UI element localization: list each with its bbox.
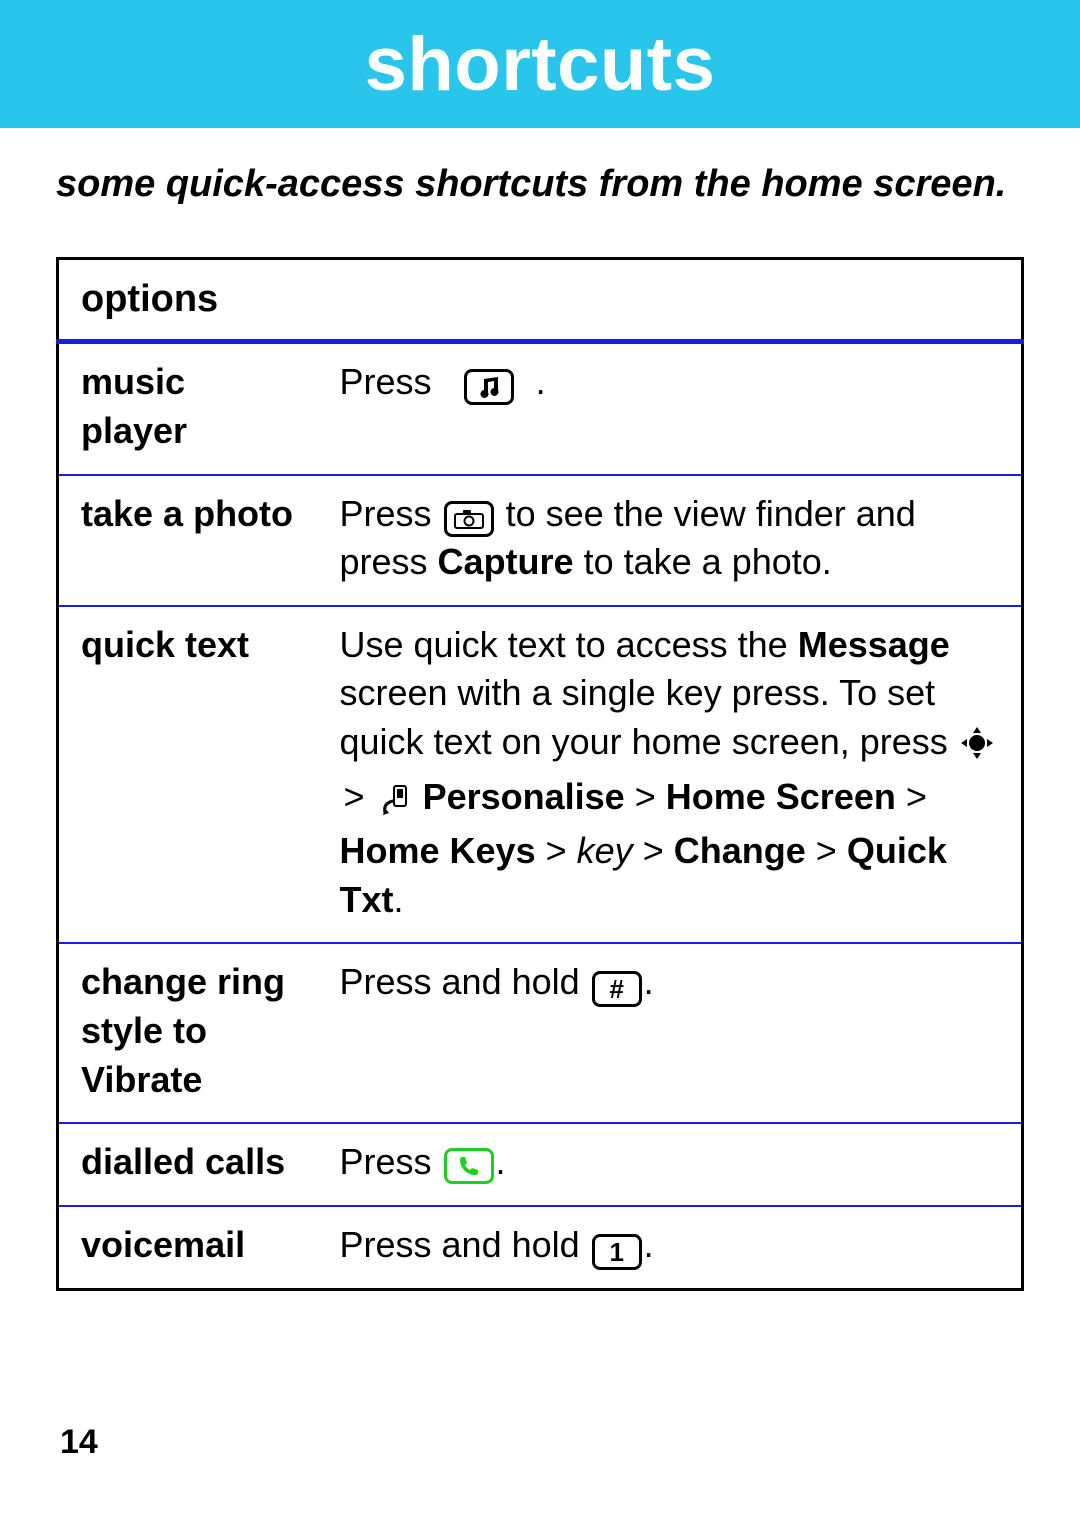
options-table: options music player Press .	[56, 257, 1024, 1290]
path-homescreen: Home Screen	[666, 776, 896, 817]
page-banner: shortcuts	[0, 0, 1080, 128]
message-label: Message	[798, 624, 950, 665]
page-title: shortcuts	[365, 21, 716, 108]
row-label-ring: change ring style to Vibrate	[58, 943, 318, 1123]
nav-center-icon	[960, 724, 994, 773]
table-row: take a photo Press to see the view finde…	[58, 475, 1023, 606]
period: .	[536, 361, 546, 402]
mid-text: screen with a single key press. To set q…	[340, 672, 958, 762]
row-label-dialled: dialled calls	[58, 1123, 318, 1206]
row-label-photo: take a photo	[58, 475, 318, 606]
gt: >	[546, 830, 567, 871]
row-label-quicktext: quick text	[58, 606, 318, 944]
one-symbol: 1	[609, 1239, 623, 1265]
one-key-icon: 1	[592, 1234, 642, 1270]
path-homekeys: Home Keys	[340, 830, 536, 871]
gt: >	[340, 776, 369, 817]
gt: >	[635, 776, 656, 817]
period: .	[644, 961, 654, 1002]
hash-symbol: #	[609, 976, 623, 1002]
row-desc-music: Press .	[318, 342, 1023, 475]
table-row: change ring style to Vibrate Press and h…	[58, 943, 1023, 1123]
path-change: Change	[674, 830, 806, 871]
page-content: some quick-access shortcuts from the hom…	[0, 128, 1080, 1291]
row-desc-ring: Press and hold #.	[318, 943, 1023, 1123]
press-text: Press and hold	[340, 1224, 580, 1265]
press-text: Press and hold	[340, 961, 580, 1002]
path-key: key	[577, 830, 633, 871]
press-text: Press	[340, 1141, 432, 1182]
table-row: music player Press .	[58, 342, 1023, 475]
music-key-icon	[464, 369, 514, 405]
press-text: Press	[340, 361, 432, 402]
gt: >	[816, 830, 837, 871]
row-label-music: music player	[58, 342, 318, 475]
gt: >	[643, 830, 664, 871]
period: .	[644, 1224, 654, 1265]
menu-path: Personalise > Home Screen > Home Keys > …	[340, 776, 947, 920]
table-row: dialled calls Press .	[58, 1123, 1023, 1206]
page-number: 14	[60, 1423, 98, 1462]
intro-text: some quick-access shortcuts from the hom…	[56, 160, 1024, 209]
table-row: voicemail Press and hold 1.	[58, 1206, 1023, 1290]
row-desc-photo: Press to see the view finder and press C…	[318, 475, 1023, 606]
personalise-icon	[381, 779, 411, 828]
capture-label: Capture	[438, 541, 574, 582]
path-personalise: Personalise	[423, 776, 625, 817]
call-key-icon	[444, 1148, 494, 1184]
row-label-voicemail: voicemail	[58, 1206, 318, 1290]
press-text: Press	[340, 493, 432, 534]
options-header: options	[58, 259, 1023, 342]
lead-text: Use quick text to access the	[340, 624, 798, 665]
tail2-text: to take a photo.	[584, 541, 832, 582]
period: .	[394, 879, 404, 920]
row-desc-quicktext: Use quick text to access the Message scr…	[318, 606, 1023, 944]
period: .	[496, 1141, 506, 1182]
row-desc-voicemail: Press and hold 1.	[318, 1206, 1023, 1290]
camera-key-icon	[444, 501, 494, 537]
gt: >	[906, 776, 927, 817]
hash-key-icon: #	[592, 971, 642, 1007]
row-desc-dialled: Press .	[318, 1123, 1023, 1206]
table-row: quick text Use quick text to access the …	[58, 606, 1023, 944]
